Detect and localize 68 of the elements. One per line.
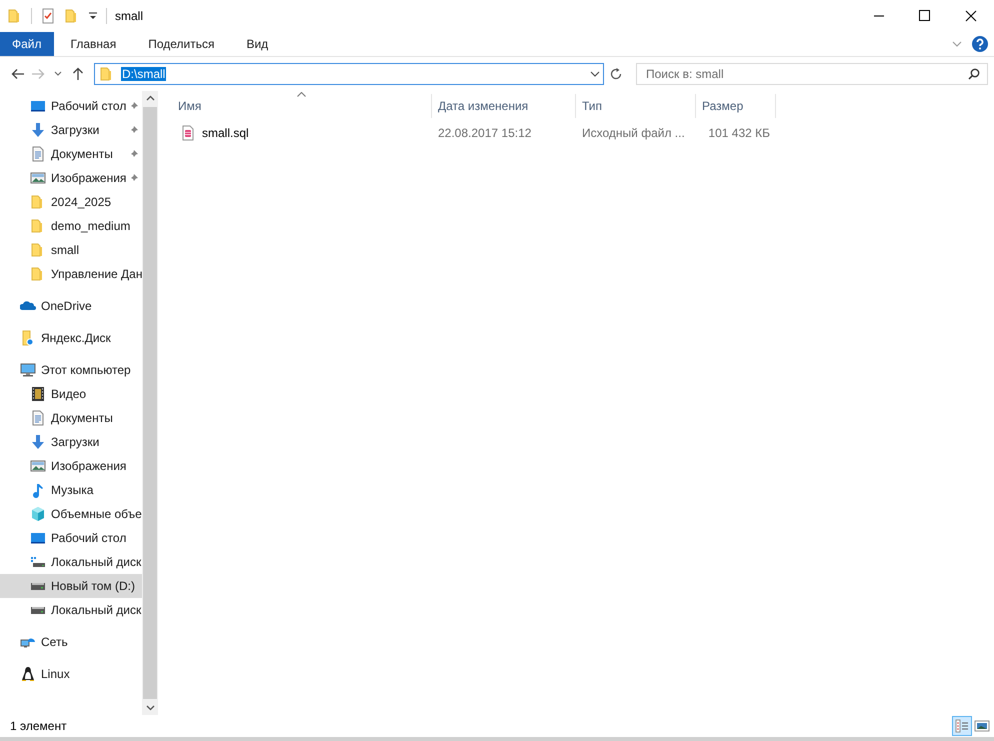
column-header[interactable]: Размер bbox=[696, 94, 776, 118]
dropdown-icon[interactable] bbox=[88, 11, 98, 21]
chevron-down-icon[interactable] bbox=[590, 71, 600, 77]
nav-item[interactable]: Яндекс.Диск bbox=[0, 326, 142, 350]
chevron-down-icon[interactable] bbox=[54, 71, 62, 77]
file-type: Исходный файл ... bbox=[582, 126, 685, 140]
nav-item[interactable]: OneDrive bbox=[0, 294, 142, 318]
penguin-icon bbox=[20, 666, 36, 682]
document-icon bbox=[30, 146, 46, 162]
nav-item[interactable]: Документы bbox=[0, 406, 142, 430]
details-view-icon[interactable] bbox=[952, 716, 972, 736]
back-arrow-icon[interactable] bbox=[11, 68, 25, 80]
nav-item[interactable]: Управление Дан bbox=[0, 262, 142, 286]
nav-item[interactable]: Этот компьютер bbox=[0, 358, 142, 382]
document-icon bbox=[30, 410, 46, 426]
film-icon bbox=[30, 386, 46, 402]
file-name[interactable]: small.sql bbox=[202, 126, 249, 140]
close-icon bbox=[965, 10, 977, 22]
nav-item[interactable]: Видео bbox=[0, 382, 142, 406]
nav-item[interactable]: Музыка bbox=[0, 478, 142, 502]
address-bar[interactable]: D:\small bbox=[94, 63, 604, 85]
monitor-icon bbox=[30, 98, 46, 114]
nav-item[interactable]: Локальный диск bbox=[0, 598, 142, 622]
nav-item[interactable]: 2024_2025 bbox=[0, 190, 142, 214]
nav-item[interactable]: Новый том (D:) bbox=[0, 574, 142, 598]
monitor-icon bbox=[30, 530, 46, 546]
search-icon bbox=[968, 68, 980, 80]
nav-item[interactable]: Изображения bbox=[0, 166, 142, 190]
ribbon-tab[interactable]: Поделиться bbox=[133, 32, 230, 56]
database-file-icon bbox=[180, 125, 196, 141]
music-note-icon bbox=[30, 482, 46, 498]
modified-date: 22.08.2017 15:12 bbox=[438, 126, 532, 140]
column-header[interactable]: Тип bbox=[576, 94, 696, 118]
item-count: 1 элемент bbox=[10, 719, 67, 733]
nav-item[interactable]: Изображения bbox=[0, 454, 142, 478]
ribbon-tab[interactable]: Вид bbox=[231, 32, 284, 56]
maximize-icon bbox=[919, 10, 931, 22]
cube-icon bbox=[30, 506, 46, 522]
nav-item[interactable]: small bbox=[0, 238, 142, 262]
help-icon[interactable] bbox=[972, 36, 988, 52]
image-icon bbox=[30, 170, 46, 186]
computer-icon bbox=[20, 362, 36, 378]
nav-item[interactable]: Сеть bbox=[0, 630, 142, 654]
nav-item[interactable]: Загрузки bbox=[0, 118, 142, 142]
nav-item[interactable]: Документы bbox=[0, 142, 142, 166]
image-icon bbox=[30, 458, 46, 474]
nav-item[interactable]: Локальный диск bbox=[0, 550, 142, 574]
nav-item[interactable]: demo_medium bbox=[0, 214, 142, 238]
address-path: D:\small bbox=[121, 67, 166, 81]
column-header[interactable]: Имя bbox=[178, 94, 432, 118]
down-arrow-icon bbox=[30, 122, 46, 138]
nav-item[interactable]: Рабочий стол bbox=[0, 526, 142, 550]
nav-item[interactable]: Рабочий стол bbox=[0, 94, 142, 118]
up-arrow-icon[interactable] bbox=[72, 67, 84, 81]
checklist-icon[interactable] bbox=[40, 8, 56, 24]
file-menu[interactable]: Файл bbox=[0, 32, 54, 56]
down-arrow-icon bbox=[30, 434, 46, 450]
column-header[interactable]: Дата изменения bbox=[432, 94, 576, 118]
nav-item[interactable]: Загрузки bbox=[0, 430, 142, 454]
refresh-icon[interactable] bbox=[609, 67, 623, 81]
nav-item[interactable]: Linux bbox=[0, 662, 142, 686]
nav-item[interactable]: Объемные объе bbox=[0, 502, 142, 526]
window-title: small bbox=[115, 9, 144, 23]
scrollbar[interactable] bbox=[142, 91, 158, 715]
drive-icon bbox=[30, 554, 46, 570]
ribbon-tab[interactable]: Главная bbox=[56, 32, 132, 56]
search-field[interactable]: Поиск в: small bbox=[636, 63, 988, 85]
file-size: 101 432 КБ bbox=[708, 126, 770, 140]
